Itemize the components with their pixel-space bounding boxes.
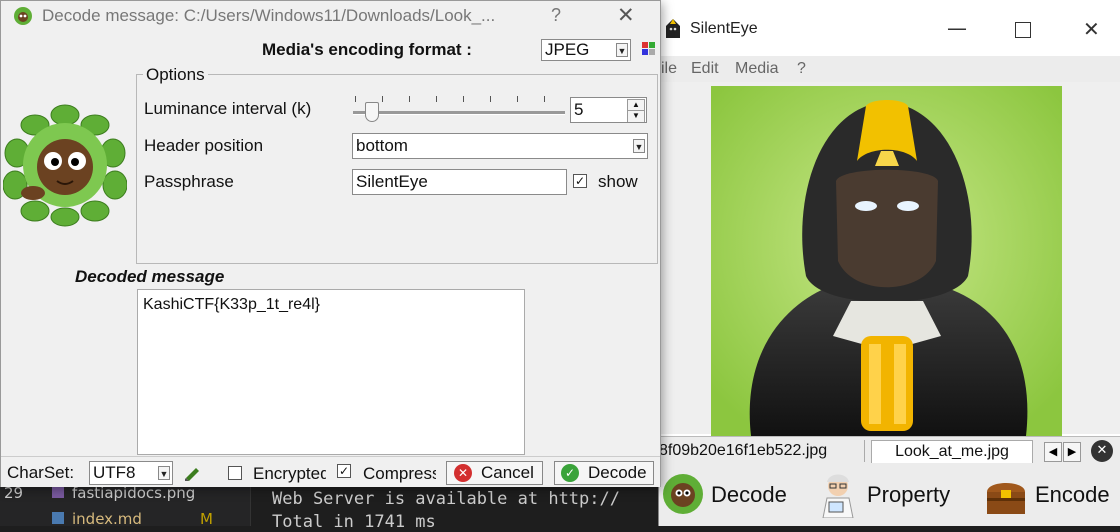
options-legend: Options — [143, 65, 208, 85]
decoded-message-label: Decoded message — [75, 267, 225, 286]
luminance-label: Luminance interval (k) — [144, 99, 312, 118]
encrypted-label: Encrypted — [253, 464, 326, 483]
decode-button-label: Decode — [711, 482, 787, 507]
decode-dialog: Decode message: C:/Users/Windows11/Downl… — [0, 0, 661, 487]
decode-dialog-button-label: Decode — [588, 463, 647, 482]
decode-dialog-button[interactable]: ✓ Decode — [554, 461, 654, 485]
charset-value: UTF8 — [93, 463, 136, 482]
maximize-button[interactable] — [1015, 22, 1031, 38]
terminal-line: Web Server is available at http:// — [272, 489, 620, 509]
menu-file[interactable]: ile — [661, 60, 677, 78]
hooded-figure-image[interactable] — [711, 86, 1062, 436]
cancel-icon: ✕ — [454, 464, 472, 482]
format-select[interactable]: JPEG ▼ — [541, 39, 631, 61]
cancel-button-label: Cancel — [481, 463, 534, 482]
passphrase-label: Passphrase — [144, 172, 234, 191]
property-scientist-icon — [822, 474, 854, 518]
chevron-down-icon: ▼ — [616, 43, 628, 57]
silenteye-app-icon — [666, 19, 680, 38]
decoded-message-textarea[interactable]: KashiCTF{K33p_1t_re4l} — [137, 289, 525, 455]
header-position-select[interactable]: bottom ▼ — [352, 133, 648, 159]
markdown-file-icon — [52, 512, 64, 524]
tab-image-1[interactable]: 8f09b20e16f1eb522.jpg — [659, 440, 865, 462]
image-view — [659, 82, 1120, 436]
tab-scroll-right-icon[interactable]: ▶ — [1063, 442, 1081, 462]
dialog-titlebar: Decode message: C:/Users/Windows11/Downl… — [1, 1, 660, 31]
cancel-button[interactable]: ✕ Cancel — [446, 461, 543, 485]
modified-badge: M — [200, 510, 213, 528]
minimize-button[interactable]: — — [947, 16, 967, 40]
terminal-line: Total in 1741 ms — [272, 512, 436, 532]
show-passphrase-label: show — [598, 172, 638, 191]
tab-image-2[interactable]: Look_at_me.jpg — [871, 440, 1033, 463]
luminance-slider-track[interactable] — [353, 111, 565, 115]
silenteye-window: SilentEye — ✕ ile Edit Media ? 8f09b20e1… — [658, 0, 1120, 526]
chevron-down-icon: ▼ — [633, 139, 645, 153]
property-button-label: Property — [867, 482, 951, 507]
charset-label: CharSet: — [7, 463, 75, 482]
header-position-label: Header position — [144, 136, 264, 155]
format-palette-icon[interactable] — [641, 41, 657, 57]
dialog-title: Decode message: C:/Users/Windows11/Downl… — [42, 6, 496, 25]
close-button[interactable]: ✕ — [1083, 17, 1100, 41]
spin-down-icon[interactable]: ▼ — [627, 110, 645, 122]
tab-scroll-left-icon[interactable]: ◀ — [1044, 442, 1062, 462]
luminance-value: 5 — [574, 100, 584, 119]
compressed-checkbox[interactable]: ✓ — [337, 464, 351, 478]
encode-button[interactable]: Encode — [981, 470, 1120, 520]
close-tab-icon[interactable]: ✕ — [1091, 440, 1113, 462]
action-bar: Decode Property Encode — [659, 464, 1120, 526]
compressed-label: Compressed — [363, 464, 436, 483]
decode-button[interactable]: Decode — [659, 470, 809, 520]
window-title: SilentEye — [690, 20, 758, 37]
menu-media[interactable]: Media — [735, 60, 779, 78]
show-passphrase-checkbox[interactable]: ✓ — [573, 174, 587, 188]
image-tab-bar: 8f09b20e16f1eb522.jpg Look_at_me.jpg ◀ ▶… — [659, 436, 1120, 465]
format-label: Media's encoding format : — [262, 40, 472, 59]
charset-select[interactable]: UTF8 ▼ — [89, 461, 173, 485]
dialog-close-button[interactable]: ✕ — [617, 3, 635, 27]
header-position-value: bottom — [356, 136, 408, 155]
check-icon: ✓ — [561, 464, 579, 482]
encode-chest-icon — [987, 483, 1025, 514]
charset-edit-icon[interactable] — [183, 463, 201, 481]
menu-bar: ile Edit Media ? — [659, 56, 1120, 83]
format-value: JPEG — [545, 40, 590, 59]
menu-help[interactable]: ? — [797, 60, 806, 78]
menu-edit[interactable]: Edit — [691, 60, 719, 78]
luminance-slider-thumb[interactable] — [365, 102, 379, 122]
property-button[interactable]: Property — [815, 470, 965, 520]
decode-mascot-icon — [663, 474, 703, 514]
dialog-app-icon — [14, 7, 32, 25]
silenteye-mascot-image — [3, 104, 127, 227]
encrypted-checkbox[interactable] — [228, 466, 242, 480]
passphrase-input[interactable]: SilentEye — [352, 169, 567, 195]
chevron-down-icon: ▼ — [158, 466, 170, 480]
help-button[interactable]: ? — [551, 5, 561, 26]
image-file-icon — [52, 486, 64, 498]
luminance-spinbox[interactable]: 5 ▲ ▼ — [570, 97, 647, 123]
explorer-file-item[interactable]: index.md — [72, 510, 142, 528]
silenteye-titlebar: SilentEye — ✕ — [659, 0, 1120, 60]
encode-button-label: Encode — [1035, 482, 1110, 507]
